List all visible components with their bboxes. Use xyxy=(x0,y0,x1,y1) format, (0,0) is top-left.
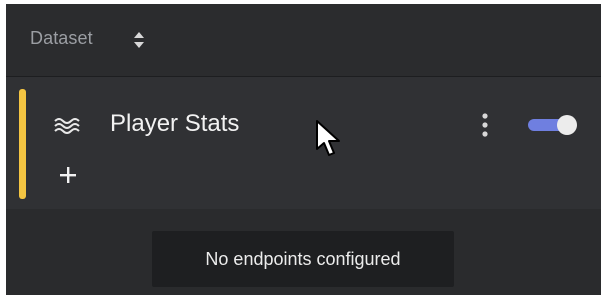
bottom-border xyxy=(0,295,601,299)
dataset-row[interactable]: Player Stats xyxy=(6,77,601,209)
wave-icon xyxy=(54,118,80,134)
toggle-knob xyxy=(557,115,577,135)
endpoints-area: No endpoints configured xyxy=(6,209,601,295)
dataset-title[interactable]: Player Stats xyxy=(110,110,239,138)
accent-bar xyxy=(19,89,26,199)
empty-state-message: No endpoints configured xyxy=(152,231,454,287)
sort-up-down-icon[interactable] xyxy=(132,30,146,50)
panel-header: Dataset xyxy=(6,4,601,77)
plus-icon[interactable] xyxy=(58,165,78,185)
dataset-panel: Dataset Player Stats No endpoints config… xyxy=(6,4,601,295)
mouse-cursor-icon xyxy=(316,120,340,156)
enable-toggle[interactable] xyxy=(526,115,578,135)
app-frame: Dataset Player Stats No endpoints config… xyxy=(0,0,601,299)
dataset-header-label[interactable]: Dataset xyxy=(30,28,93,49)
kebab-menu-icon[interactable] xyxy=(478,110,492,140)
